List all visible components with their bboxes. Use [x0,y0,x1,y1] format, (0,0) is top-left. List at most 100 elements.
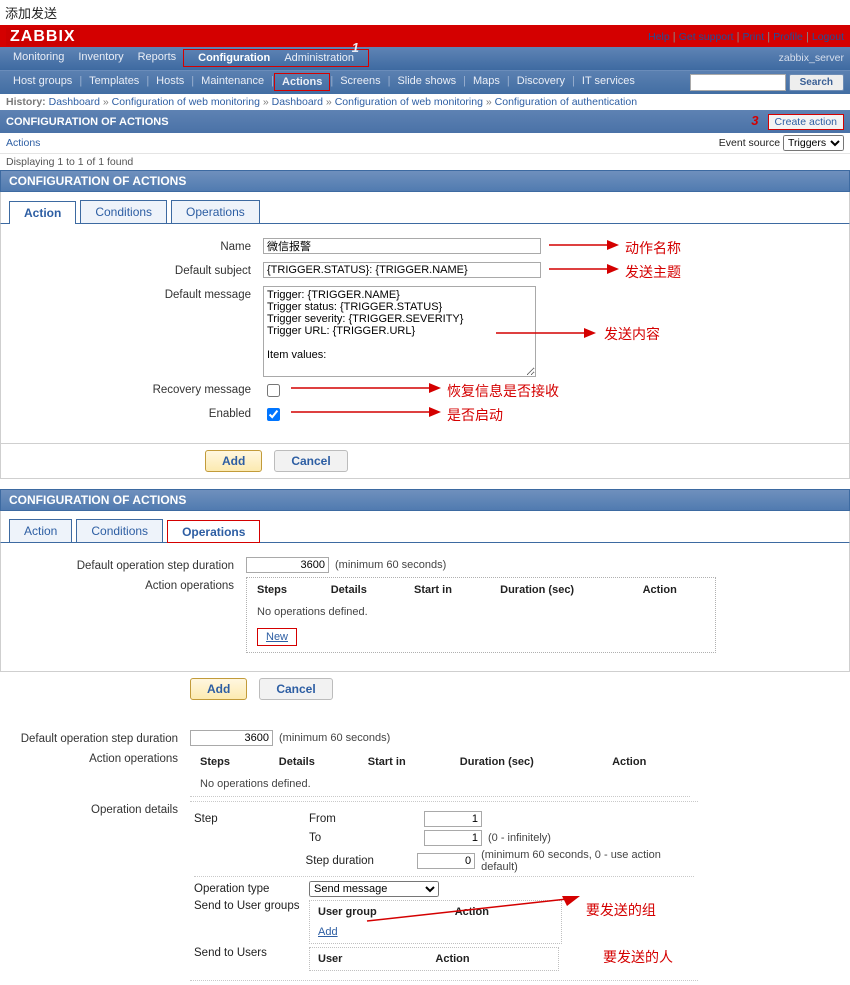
history-label: History: [6,96,46,108]
user-table: UserAction [309,947,559,971]
nav-discovery[interactable]: Discovery [510,73,572,91]
history-item[interactable]: Dashboard [49,96,100,108]
th-steps: Steps [192,752,269,772]
help-link[interactable]: Help [648,31,670,43]
history-item[interactable]: Dashboard [272,96,323,108]
subject-input[interactable] [263,262,541,278]
nav-maintenance[interactable]: Maintenance [194,73,271,91]
to-input[interactable] [424,830,482,846]
tab-conditions[interactable]: Conditions [80,200,167,223]
history-item[interactable]: Configuration of web monitoring [335,96,483,108]
nav-configuration[interactable]: Configuration Administration 1 [183,49,369,67]
nav-actions[interactable]: Actions [274,73,330,91]
ops-table: Steps Details Start in Duration (sec) Ac… [246,577,716,653]
ops-table: Steps Details Start in Duration (sec) Ac… [190,750,690,797]
buttons2: Add Cancel [0,672,850,706]
server-name: zabbix_server [779,52,844,64]
annotation-1: 1 [345,38,366,57]
nav-slideshows[interactable]: Slide shows [390,73,463,91]
enabled-label: Enabled [9,405,263,420]
duration-label: Default operation step duration [9,557,246,572]
sendgrp-label: Send to User groups [194,900,309,912]
print-link[interactable]: Print [743,31,765,43]
history-item[interactable]: Configuration of authentication [495,96,637,108]
panel-body1: Name 动作名称 Default subject 发送主题 Default m… [0,224,850,444]
note-subject: 发送主题 [625,262,681,282]
arrow-icon [549,262,619,279]
nav-inventory[interactable]: Inventory [71,49,130,67]
profile-link[interactable]: Profile [773,31,803,43]
logout-link[interactable]: Logout [812,31,844,43]
th-details: Details [323,580,404,600]
stepdur-hint: (minimum 60 seconds, 0 - use action defa… [481,849,694,873]
search-button[interactable]: Search [789,74,844,91]
cancel-button[interactable]: Cancel [259,678,332,700]
th-startin: Start in [406,580,490,600]
note-recovery: 恢复信息是否接收 [447,381,559,401]
search-input[interactable] [690,74,786,91]
optype-select[interactable]: Send message [309,881,439,897]
to-hint: (0 - infinitely) [488,832,551,844]
add-usergroup-link[interactable]: Add [318,926,338,938]
from-input[interactable] [424,811,482,827]
opdetails-box: Step From To (0 - infinitely) Step durat… [190,801,698,981]
name-input[interactable] [263,238,541,254]
main-nav: Monitoring Inventory Reports Configurati… [0,47,850,70]
ops-label: Action operations [8,750,190,765]
recovery-label: Recovery message [9,381,263,396]
event-source-label: Event source [719,137,780,149]
create-action-button[interactable]: Create action [768,114,844,130]
duration-hint: (minimum 60 seconds) [335,559,446,571]
no-ops: No operations defined. [249,602,713,622]
new-link[interactable]: New [257,628,297,646]
nav-monitoring[interactable]: Monitoring [6,49,71,67]
tab-action[interactable]: Action [9,201,76,224]
recovery-checkbox[interactable] [267,384,280,397]
nav-reports[interactable]: Reports [131,49,184,67]
th-duration: Duration (sec) [452,752,602,772]
enabled-checkbox[interactable] [267,408,280,421]
opdetails-label: Operation details [8,801,190,816]
tab-operations[interactable]: Operations [171,200,260,223]
arrow-icon [362,896,582,929]
tabs1: Action Conditions Operations [0,192,850,224]
annotation-3: 3 [751,113,758,128]
tab-action[interactable]: Action [9,519,72,542]
add-button[interactable]: Add [205,450,262,472]
nav-configuration-label: Configuration [191,50,277,66]
nav-screens[interactable]: Screens [333,73,387,91]
nav-hostgroups[interactable]: Host groups [6,73,79,91]
note-message: 发送内容 [604,324,660,344]
nav-maps[interactable]: Maps [466,73,507,91]
th-action: Action [429,950,556,968]
subject-label: Default subject [9,262,263,277]
stepdur-label: Step duration [306,855,418,867]
nav-itservices[interactable]: IT services [575,73,642,91]
event-source-select[interactable]: Triggers [783,135,844,151]
from-label: From [309,813,424,825]
search-bar: Search [690,74,844,91]
logo-bar: ZABBIX Help | Get support | Print | Prof… [0,25,850,47]
panel-header1: CONFIGURATION OF ACTIONS [0,170,850,192]
name-label: Name [9,238,263,253]
tabs2: Action Conditions Operations [0,511,850,543]
result-count: Displaying 1 to 1 of 1 found [0,154,850,170]
logo: ZABBIX [6,28,80,46]
note-name: 动作名称 [625,238,681,258]
stepdur-input[interactable] [417,853,475,869]
buttons1: Add Cancel [0,444,850,479]
sendusr-label: Send to Users [194,947,309,959]
add-button[interactable]: Add [190,678,247,700]
duration-input[interactable] [246,557,329,573]
cancel-button[interactable]: Cancel [274,450,347,472]
th-action: Action [635,580,713,600]
tab-operations[interactable]: Operations [167,520,260,543]
duration-label: Default operation step duration [8,730,190,745]
nav-templates[interactable]: Templates [82,73,146,91]
nav-hosts[interactable]: Hosts [149,73,191,91]
duration-input[interactable] [190,730,273,746]
tab-conditions[interactable]: Conditions [76,519,163,542]
get-support-link[interactable]: Get support [679,31,734,43]
history-item[interactable]: Configuration of web monitoring [112,96,260,108]
actions-link[interactable]: Actions [6,137,40,149]
